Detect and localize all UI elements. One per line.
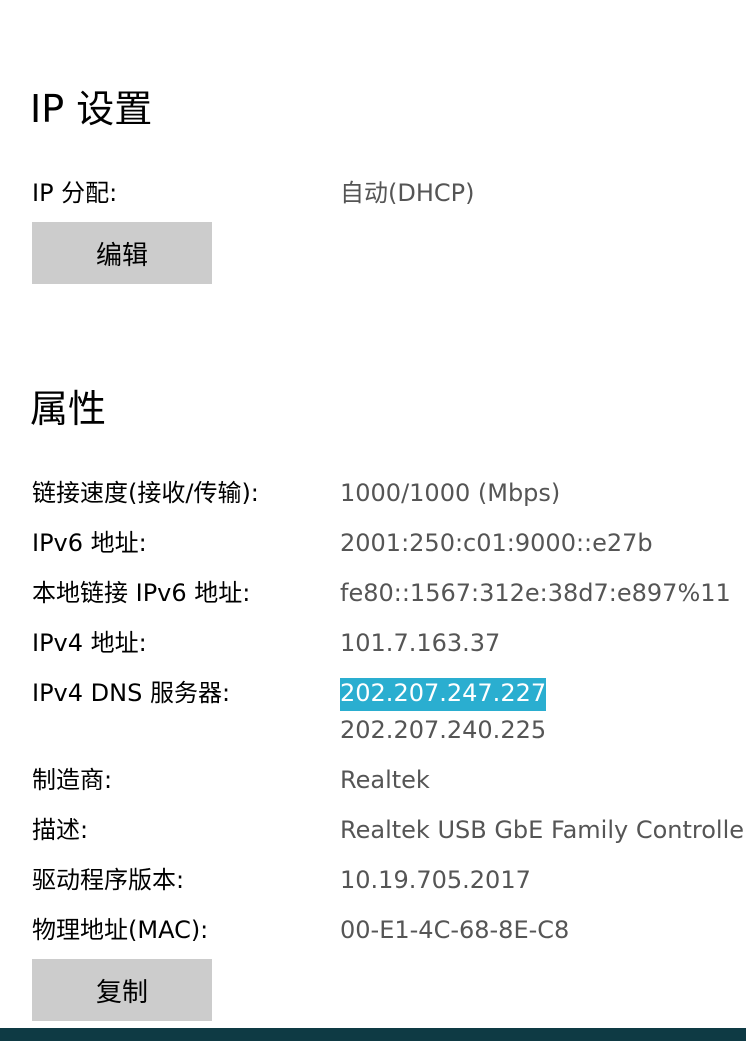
ipv4-dns-label: IPv4 DNS 服务器:	[32, 679, 231, 707]
link-speed-value[interactable]: 1000/1000 (Mbps)	[340, 481, 560, 505]
driver-version-value[interactable]: 10.19.705.2017	[340, 868, 531, 892]
ip-settings-heading: IP 设置	[30, 87, 153, 131]
description-label: 描述:	[32, 816, 89, 844]
ip-assignment-value[interactable]: 自动(DHCP)	[340, 181, 474, 205]
link-speed-label: 链接速度(接收/传输):	[32, 479, 259, 507]
network-properties-page: IP 设置 IP 分配: 自动(DHCP) 编辑 属性 链接速度(接收/传输):…	[0, 0, 746, 1041]
manufacturer-label: 制造商:	[32, 766, 113, 794]
mac-address-label: 物理地址(MAC):	[32, 916, 209, 944]
ip-assignment-label: IP 分配:	[32, 179, 118, 207]
ipv4-address-label: IPv4 地址:	[32, 629, 147, 657]
dns-server-primary-value[interactable]: 202.207.247.227	[340, 678, 547, 711]
description-value[interactable]: Realtek USB GbE Family Controller	[340, 818, 746, 842]
ipv6-address-label: IPv6 地址:	[32, 529, 147, 557]
taskbar-strip	[0, 1028, 746, 1041]
manufacturer-value[interactable]: Realtek	[340, 768, 430, 792]
dns-server-secondary-value[interactable]: 202.207.240.225	[340, 718, 546, 742]
ipv4-address-value[interactable]: 101.7.163.37	[340, 631, 500, 655]
ipv6-address-value[interactable]: 2001:250:c01:9000::e27b	[340, 531, 653, 555]
driver-version-label: 驱动程序版本:	[32, 866, 185, 894]
mac-address-value[interactable]: 00-E1-4C-68-8E-C8	[340, 918, 569, 942]
link-local-ipv6-label: 本地链接 IPv6 地址:	[32, 579, 251, 607]
copy-button[interactable]: 复制	[32, 959, 212, 1021]
properties-heading: 属性	[30, 387, 107, 431]
link-local-ipv6-value[interactable]: fe80::1567:312e:38d7:e897%11	[340, 581, 731, 605]
edit-button[interactable]: 编辑	[32, 222, 212, 284]
